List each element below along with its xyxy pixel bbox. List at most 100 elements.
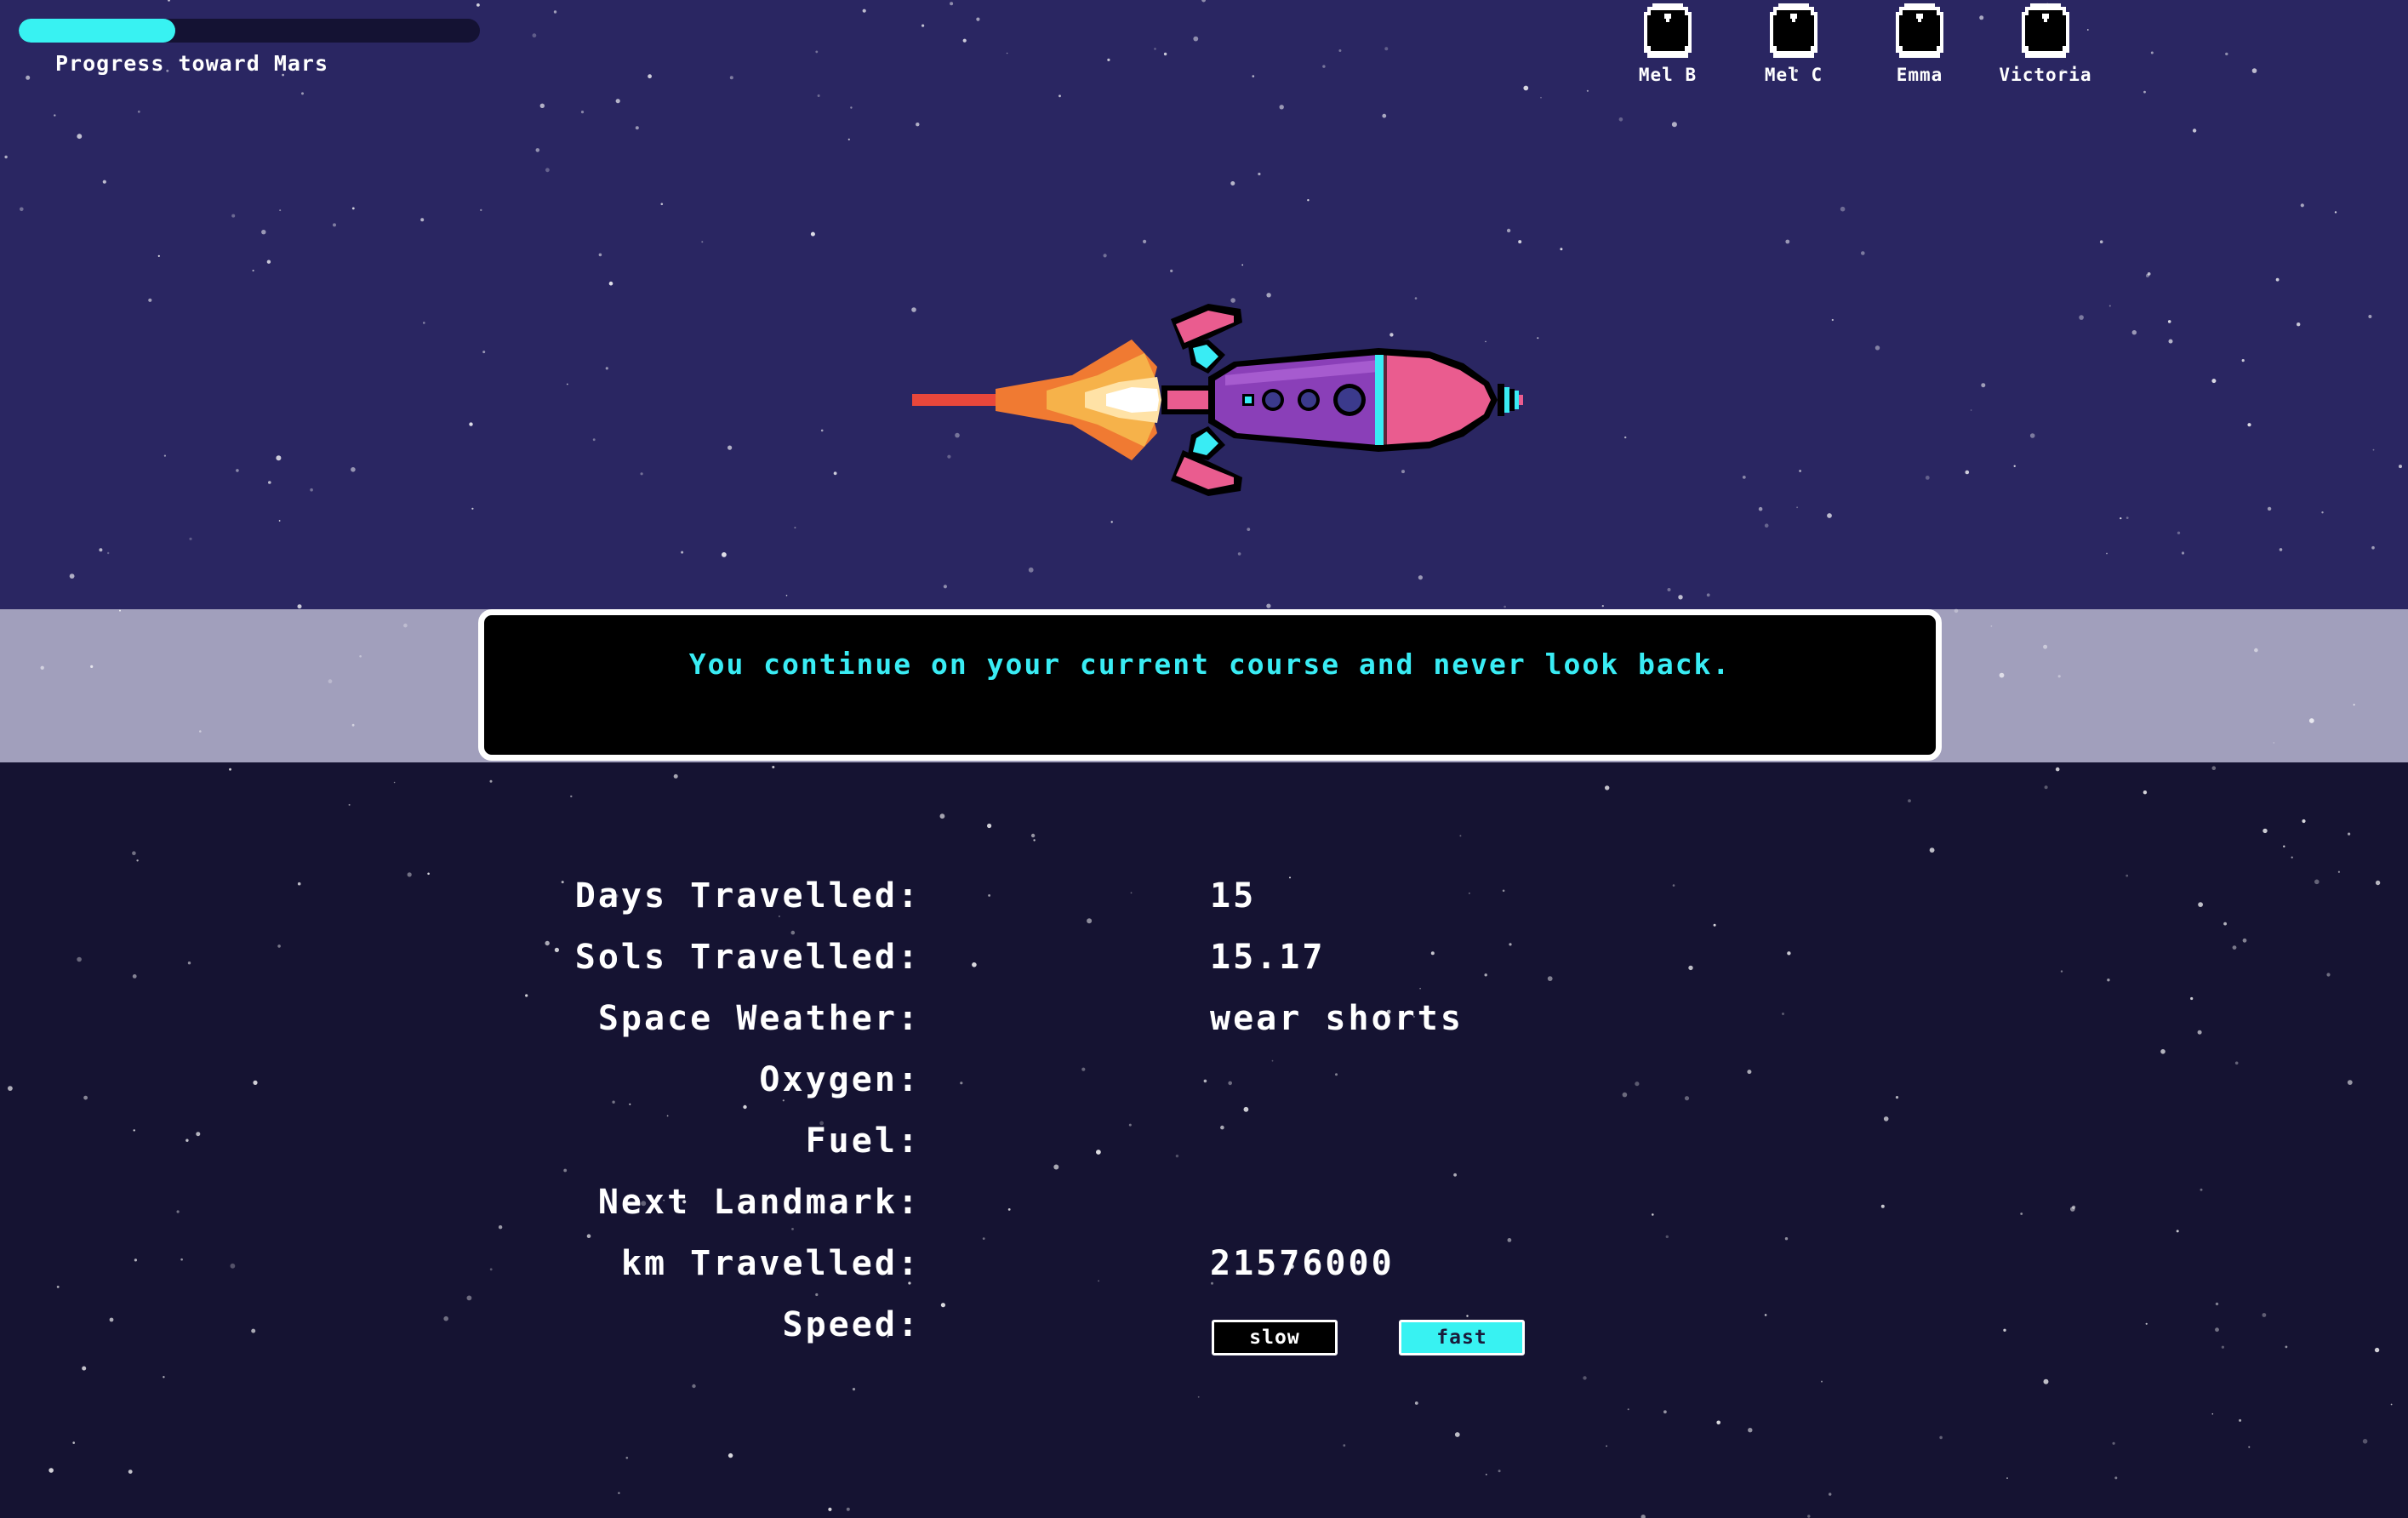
star <box>2055 767 2060 772</box>
star <box>1979 15 1984 20</box>
star <box>109 1317 114 1322</box>
star <box>1782 1013 1784 1015</box>
star <box>2167 320 2171 323</box>
star <box>1418 575 1423 580</box>
star <box>128 1469 133 1474</box>
star <box>134 1258 137 1262</box>
crew-member-victoria: Victoria <box>1986 0 2105 85</box>
star <box>2362 1439 2368 1444</box>
star <box>157 254 160 257</box>
star <box>850 106 853 109</box>
speed-slow-button[interactable]: slow <box>1212 1320 1338 1355</box>
pixel-rocket-icon <box>912 304 1523 496</box>
star <box>26 75 31 80</box>
star <box>2374 1347 2380 1353</box>
star <box>817 94 820 97</box>
star <box>1706 593 1710 597</box>
star <box>176 1210 180 1213</box>
star <box>8 1086 13 1091</box>
star <box>2291 856 2293 859</box>
star <box>2348 832 2351 836</box>
star <box>1201 0 1206 3</box>
star <box>2215 1302 2219 1306</box>
star <box>403 623 408 628</box>
star <box>2044 785 2048 790</box>
star <box>640 472 643 476</box>
star <box>2114 1476 2118 1480</box>
travel-stats: Days Travelled: 15 Sols Travelled: 15.17… <box>575 876 1702 1367</box>
star <box>148 298 152 302</box>
star <box>2262 828 2268 834</box>
star <box>553 10 557 14</box>
star <box>1107 58 1110 61</box>
star <box>40 665 44 670</box>
star <box>2107 979 2110 982</box>
star <box>1266 603 1271 608</box>
star <box>729 76 733 80</box>
star <box>586 1234 591 1238</box>
star <box>187 962 191 965</box>
star <box>2108 305 2111 307</box>
star <box>1799 470 1802 472</box>
star <box>728 445 733 450</box>
star <box>2347 1080 2353 1085</box>
star <box>1414 1401 1418 1405</box>
star <box>1560 248 1563 251</box>
star <box>828 1507 832 1511</box>
star <box>297 604 302 609</box>
stat-next-landmark: Next Landmark: <box>596 1183 1702 1244</box>
astronaut-helmet-icon <box>2022 3 2069 58</box>
star <box>1716 1420 1720 1425</box>
star <box>393 781 396 784</box>
star <box>1193 36 1199 42</box>
star <box>1197 1395 1200 1398</box>
star <box>1485 1474 1487 1475</box>
star <box>2120 517 2122 520</box>
star <box>916 123 920 127</box>
crew-member-mel-c: Mel C <box>1734 0 1853 85</box>
mars-progress-fill <box>19 19 176 43</box>
star <box>2275 277 2280 282</box>
star <box>1343 1444 1346 1447</box>
star <box>77 134 83 140</box>
star <box>2248 1446 2251 1448</box>
star <box>943 585 947 589</box>
star <box>20 207 24 212</box>
star <box>2099 240 2103 244</box>
star <box>625 1457 629 1459</box>
stat-speed: Speed: slow fast <box>596 1305 1702 1367</box>
star <box>1504 605 1506 608</box>
astronaut-helmet-icon <box>1896 3 1943 58</box>
star <box>427 872 430 876</box>
star <box>2390 1403 2393 1406</box>
star <box>1384 47 1389 51</box>
star <box>261 230 266 235</box>
stat-space-weather: Space Weather: wear shorts <box>596 999 1702 1060</box>
star <box>2200 1188 2203 1191</box>
star <box>605 367 608 370</box>
star <box>2176 1230 2179 1233</box>
star <box>2147 272 2151 276</box>
star <box>1663 1410 1667 1414</box>
star <box>950 2 954 6</box>
star <box>489 1268 493 1271</box>
star <box>2029 433 2035 438</box>
star <box>2302 819 2306 824</box>
star <box>939 813 945 819</box>
speed-fast-button[interactable]: fast <box>1399 1320 1525 1355</box>
star <box>498 1225 503 1230</box>
star <box>1807 1515 1811 1518</box>
star <box>701 241 704 243</box>
star <box>1033 839 1036 842</box>
star <box>681 551 684 554</box>
star <box>1028 567 1034 573</box>
stat-sols: Sols Travelled: 15.17 <box>575 938 1702 999</box>
astronaut-helmet-icon <box>1644 3 1692 58</box>
star <box>2297 322 2301 327</box>
stat-value: 15.17 <box>1210 938 1326 977</box>
stat-oxygen: Oxygen: <box>596 1060 1702 1121</box>
star <box>1279 105 1284 110</box>
star <box>489 779 493 783</box>
star <box>407 872 412 877</box>
star <box>1758 506 1763 511</box>
